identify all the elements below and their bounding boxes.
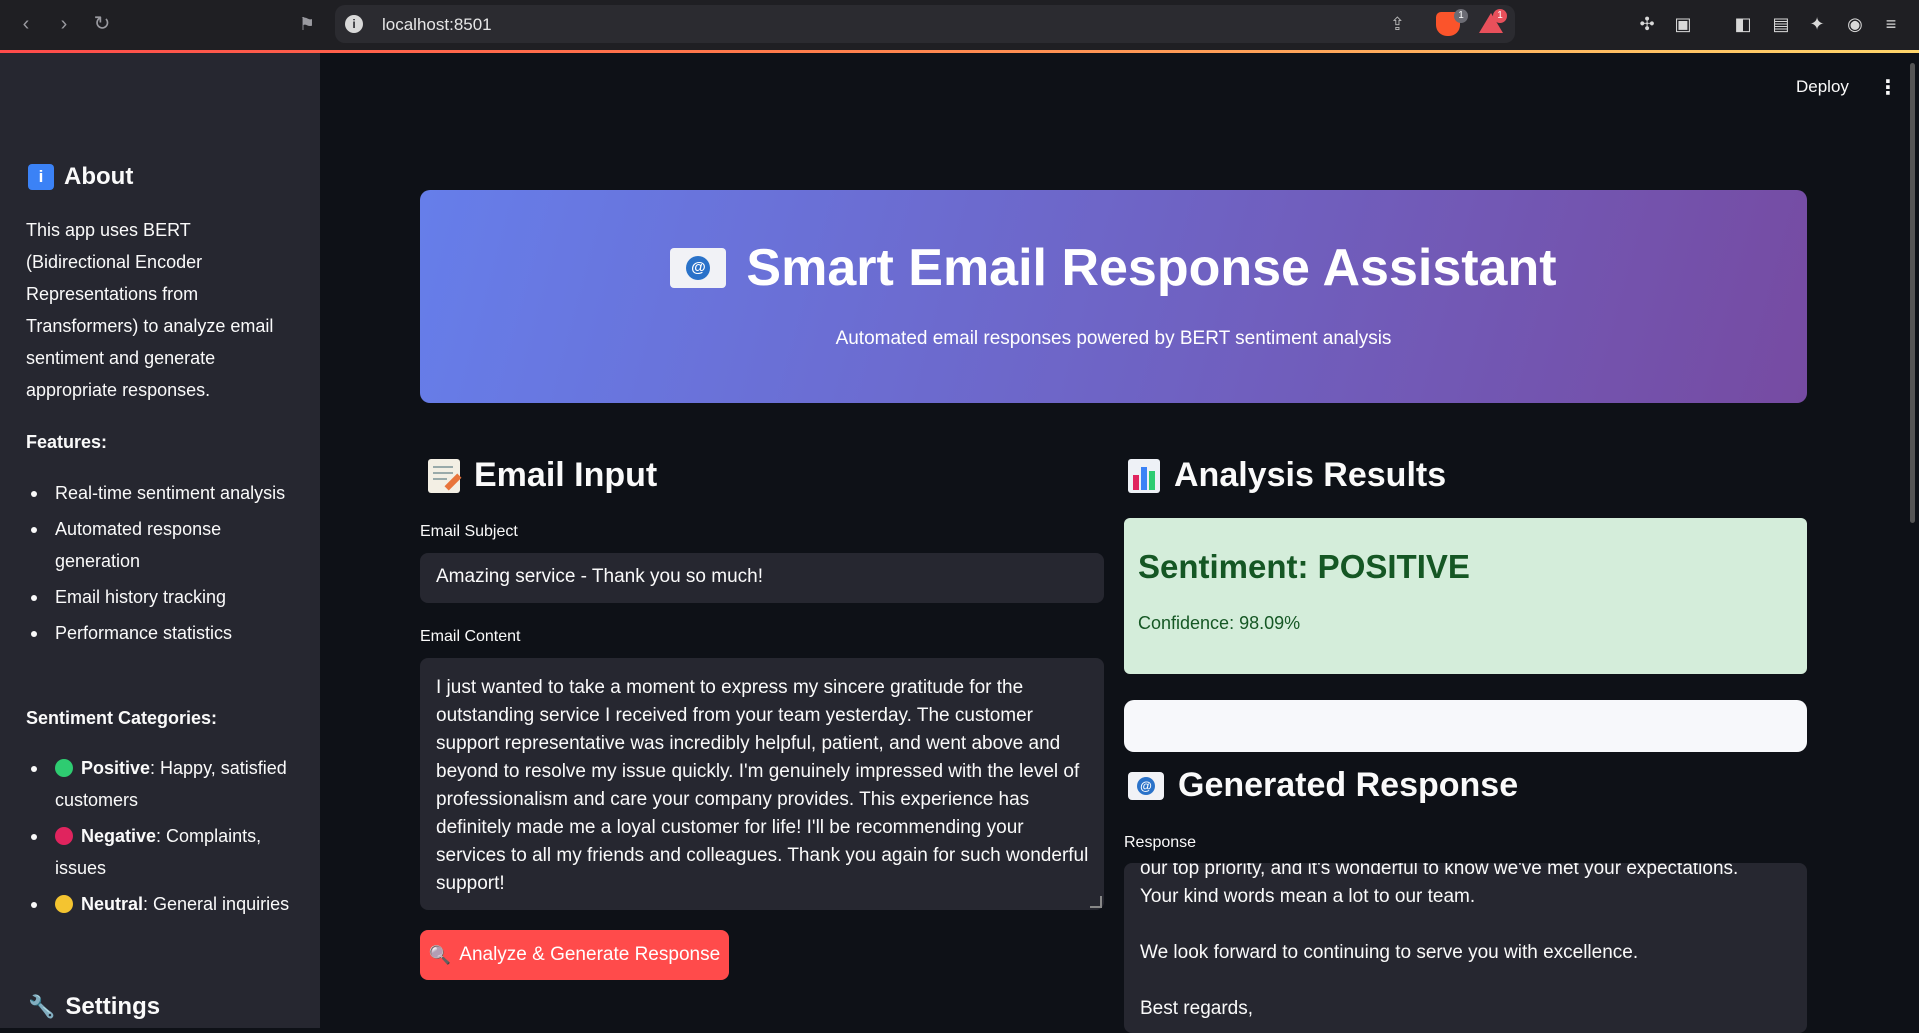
generated-response-heading-text: Generated Response: [1178, 766, 1519, 804]
browser-menu-icon[interactable]: ≡: [1880, 13, 1902, 35]
about-heading-text: About: [64, 163, 134, 190]
email-icon: @: [670, 248, 727, 288]
categories-heading: Sentiment Categories:: [26, 708, 218, 728]
browser-toolbar: ‹ › ↻ ⚑ i localhost:8501 ⇪ 1 1 ✣ ▣ ◧ ▤ ✦…: [0, 0, 1919, 50]
feature-item: Real-time sentiment analysis: [26, 477, 296, 509]
sidebar: i About This app uses BERT (Bidirectiona…: [0, 53, 320, 1028]
info-icon: i: [28, 164, 54, 190]
email-input-heading-text: Email Input: [474, 456, 658, 494]
green-circle-icon: [55, 759, 73, 777]
category-negative: Negative: Complaints, issues: [26, 820, 296, 884]
media-icon[interactable]: ▣: [1672, 13, 1694, 35]
back-icon[interactable]: ‹: [14, 12, 38, 36]
email-icon: @: [1128, 771, 1164, 800]
settings-heading-text: Settings: [65, 993, 161, 1020]
features-heading: Features:: [26, 432, 108, 452]
category-neutral: Neutral: General inquiries: [26, 888, 296, 920]
sentiment-title: Sentiment: POSITIVE: [1138, 548, 1470, 585]
feature-item: Performance statistics: [26, 617, 296, 649]
subject-input[interactable]: Amazing service - Thank you so much!: [420, 553, 1104, 603]
analyze-button-label: Analyze & Generate Response: [459, 944, 721, 965]
hero-banner: @ Smart Email Response Assistant Automat…: [420, 190, 1807, 403]
main-content: Deploy ⋮ @ Smart Email Response Assistan…: [320, 53, 1919, 1033]
subject-label: Email Subject: [420, 523, 518, 540]
share-icon[interactable]: ⇪: [1390, 14, 1405, 35]
content-textarea[interactable]: I just wanted to take a moment to expres…: [420, 658, 1104, 910]
confidence-text: Confidence: 98.09%: [1138, 613, 1301, 633]
extensions-icon[interactable]: ✣: [1636, 13, 1658, 35]
sidebar-toggle-icon[interactable]: ◧: [1732, 13, 1754, 35]
subject-value: Amazing service - Thank you so much!: [436, 566, 764, 587]
category-name: Neutral: [81, 894, 144, 914]
content-label: Email Content: [420, 628, 521, 645]
generated-response-heading: @ Generated Response: [1128, 766, 1518, 805]
leo-ai-icon[interactable]: ✦: [1806, 13, 1828, 35]
yellow-circle-icon: [55, 895, 73, 913]
analysis-heading: Analysis Results: [1128, 456, 1446, 495]
features-list: Real-time sentiment analysis Automated r…: [26, 477, 296, 653]
sentiment-result-box: Sentiment: POSITIVE Confidence: 98.09%: [1124, 518, 1807, 674]
deploy-button[interactable]: Deploy: [1796, 77, 1849, 97]
category-name: Positive: [81, 758, 151, 778]
chart-placeholder: [1124, 700, 1807, 752]
settings-heading: 🔧 Settings: [28, 993, 160, 1021]
wallet-icon[interactable]: ▤: [1770, 13, 1792, 35]
bar-chart-icon: [1128, 458, 1160, 493]
shields-badge: 1: [1454, 9, 1468, 23]
about-text: This app uses BERT (Bidirectional Encode…: [26, 220, 274, 400]
wrench-icon: 🔧: [28, 994, 56, 1019]
vpn-icon[interactable]: ◉: [1844, 13, 1866, 35]
hero-title-text: Smart Email Response Assistant: [746, 239, 1557, 297]
response-value: our top priority, and it's wonderful to …: [1140, 863, 1739, 1019]
response-textarea[interactable]: our top priority, and it's wonderful to …: [1124, 863, 1807, 1033]
address-bar[interactable]: i localhost:8501 ⇪ 1 1: [335, 5, 1515, 43]
hero-subtitle: Automated email responses powered by BER…: [835, 328, 1392, 349]
category-name: Negative: [81, 826, 157, 846]
bookmark-icon[interactable]: ⚑: [295, 12, 319, 36]
red-circle-icon: [55, 827, 73, 845]
category-positive: Positive: Happy, satisfied customers: [26, 752, 296, 816]
analyze-button[interactable]: 🔍 Analyze & Generate Response: [420, 930, 729, 980]
resize-handle[interactable]: [1090, 896, 1102, 908]
category-desc: : General inquiries: [143, 894, 290, 914]
main-menu-icon[interactable]: ⋮: [1878, 75, 1898, 100]
scrollbar[interactable]: [1910, 63, 1915, 523]
content-value: I just wanted to take a moment to expres…: [436, 677, 1089, 894]
response-label: Response: [1124, 834, 1197, 851]
memo-icon: [428, 458, 462, 493]
site-info-icon[interactable]: i: [345, 15, 363, 33]
feature-item: Automated response generation: [26, 513, 296, 577]
about-heading: i About: [28, 163, 133, 191]
magnifier-icon: 🔍: [428, 944, 452, 965]
reload-icon[interactable]: ↻: [90, 12, 114, 36]
rewards-badge: 1: [1493, 9, 1507, 23]
hero-title: @ Smart Email Response Assistant: [420, 238, 1807, 298]
feature-item: Email history tracking: [26, 581, 296, 613]
analysis-heading-text: Analysis Results: [1174, 456, 1447, 494]
url-text[interactable]: localhost:8501: [382, 15, 492, 35]
forward-icon[interactable]: ›: [52, 12, 76, 36]
email-input-heading: Email Input: [428, 456, 657, 495]
categories-list: Positive: Happy, satisfied customers Neg…: [26, 752, 296, 924]
